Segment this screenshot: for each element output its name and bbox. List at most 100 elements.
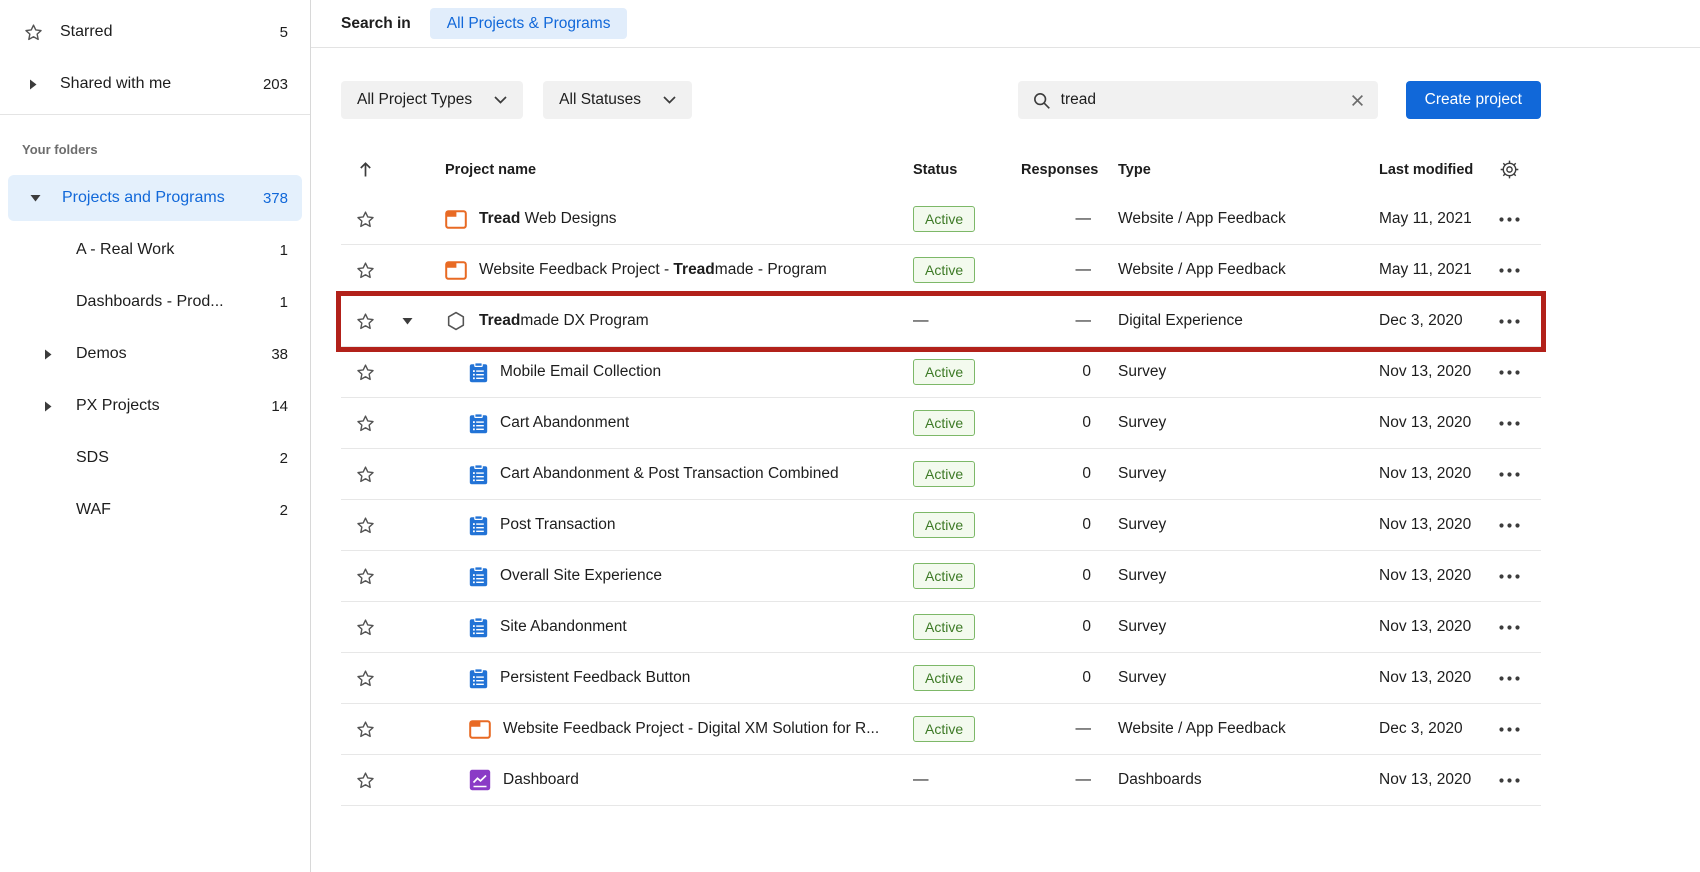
table-row[interactable]: Persistent Feedback ButtonActive0SurveyN… <box>341 653 1541 704</box>
star-icon[interactable] <box>355 464 376 485</box>
type-value: Survey <box>1091 567 1379 585</box>
ellipsis-icon[interactable] <box>1499 676 1520 681</box>
star-icon[interactable] <box>355 413 376 434</box>
star-icon[interactable] <box>355 617 376 638</box>
settings-column <box>1477 159 1541 180</box>
sidebar-item-shared-with-me[interactable]: Shared with me203 <box>0 58 310 110</box>
project-name-link[interactable]: Post Transaction <box>500 516 615 534</box>
close-icon <box>1351 94 1364 107</box>
star-icon[interactable] <box>355 362 376 383</box>
main-content: Search in All Projects & Programs All Pr… <box>311 0 1700 872</box>
caret-right-icon <box>44 349 52 360</box>
table-row[interactable]: Dashboard——DashboardsNov 13, 2020 <box>341 755 1541 806</box>
projects-screen: Starred5Shared with me203 Your folders P… <box>0 0 1700 872</box>
website-icon <box>469 720 491 739</box>
star-icon[interactable] <box>355 209 376 230</box>
project-name-link[interactable]: Overall Site Experience <box>500 567 662 585</box>
column-header-type[interactable]: Type <box>1091 162 1379 178</box>
project-name-link[interactable]: Treadmade DX Program <box>479 312 649 330</box>
toolbar: All Project Types All Statuses <box>341 81 1541 119</box>
column-header-status[interactable]: Status <box>913 162 1021 178</box>
star-icon[interactable] <box>355 311 376 332</box>
scope-pill-button[interactable]: All Projects & Programs <box>430 8 628 39</box>
star-icon[interactable] <box>355 566 376 587</box>
star-icon[interactable] <box>355 719 376 740</box>
statuses-dropdown[interactable]: All Statuses <box>543 81 692 119</box>
status-badge: Active <box>913 614 975 640</box>
ellipsis-icon[interactable] <box>1499 268 1520 273</box>
type-value: Website / App Feedback <box>1091 720 1379 738</box>
folder-count: 38 <box>271 346 288 363</box>
project-name-link[interactable]: Tread Web Designs <box>479 210 617 228</box>
star-icon[interactable] <box>355 515 376 536</box>
survey-icon <box>469 515 488 536</box>
folder-label: SDS <box>76 449 280 467</box>
table-row[interactable]: Post TransactionActive0SurveyNov 13, 202… <box>341 500 1541 551</box>
table-row[interactable]: Site AbandonmentActive0SurveyNov 13, 202… <box>341 602 1541 653</box>
clear-search-button[interactable] <box>1351 94 1364 107</box>
search-box[interactable] <box>1018 81 1378 119</box>
modified-value: Nov 13, 2020 <box>1379 465 1477 483</box>
star-icon[interactable] <box>355 770 376 791</box>
project-types-dropdown-label: All Project Types <box>357 91 472 109</box>
project-name-link[interactable]: Mobile Email Collection <box>500 363 661 381</box>
sidebar-folder-sds[interactable]: SDS2 <box>0 432 310 484</box>
table-row[interactable]: Website Feedback Project - Treadmade - P… <box>341 245 1541 296</box>
search-input[interactable] <box>1061 91 1341 109</box>
collapse-caret-icon[interactable] <box>402 317 413 325</box>
column-header-last-modified[interactable]: Last modified <box>1379 162 1477 178</box>
ellipsis-icon[interactable] <box>1499 370 1520 375</box>
ellipsis-icon[interactable] <box>1499 574 1520 579</box>
column-header-project-name[interactable]: Project name <box>425 162 913 178</box>
table-row[interactable]: Treadmade DX Program——Digital Experience… <box>341 296 1541 347</box>
project-name-link[interactable]: Persistent Feedback Button <box>500 669 690 687</box>
column-header-responses[interactable]: Responses <box>1021 162 1091 178</box>
responses-value: — <box>1021 720 1091 738</box>
table-row[interactable]: Tread Web DesignsActive—Website / App Fe… <box>341 194 1541 245</box>
project-name-link[interactable]: Dashboard <box>503 771 579 789</box>
sort-ascending-icon <box>358 161 373 178</box>
ellipsis-icon[interactable] <box>1499 319 1520 324</box>
star-icon[interactable] <box>355 260 376 281</box>
responses-value: 0 <box>1021 669 1091 687</box>
survey-icon <box>469 566 488 587</box>
table-settings-button[interactable] <box>1499 159 1520 180</box>
ellipsis-icon[interactable] <box>1499 778 1520 783</box>
table-row[interactable]: Website Feedback Project - Digital XM So… <box>341 704 1541 755</box>
sidebar-top-items: Starred5Shared with me203 <box>0 6 310 110</box>
ellipsis-icon[interactable] <box>1499 472 1520 477</box>
sort-order-button[interactable] <box>358 161 373 178</box>
table-row[interactable]: Overall Site ExperienceActive0SurveyNov … <box>341 551 1541 602</box>
project-types-dropdown[interactable]: All Project Types <box>341 81 523 119</box>
star-icon[interactable] <box>355 668 376 689</box>
sidebar-folder-px-projects[interactable]: PX Projects14 <box>0 380 310 432</box>
ellipsis-icon[interactable] <box>1499 217 1520 222</box>
project-name-link[interactable]: Cart Abandonment <box>500 414 629 432</box>
sidebar: Starred5Shared with me203 Your folders P… <box>0 0 311 872</box>
responses-value: 0 <box>1021 567 1091 585</box>
sidebar-item-starred[interactable]: Starred5 <box>0 6 310 58</box>
sidebar-folder-demos[interactable]: Demos38 <box>0 328 310 380</box>
sidebar-item-label: Shared with me <box>60 75 263 93</box>
create-project-button[interactable]: Create project <box>1406 81 1541 119</box>
table-row[interactable]: Cart AbandonmentActive0SurveyNov 13, 202… <box>341 398 1541 449</box>
table-row[interactable]: Cart Abandonment & Post Transaction Comb… <box>341 449 1541 500</box>
project-name-link[interactable]: Site Abandonment <box>500 618 627 636</box>
sidebar-folder-a-real-work[interactable]: A - Real Work1 <box>0 224 310 276</box>
ellipsis-icon[interactable] <box>1499 421 1520 426</box>
sort-column <box>341 161 389 178</box>
project-name-link[interactable]: Website Feedback Project - Digital XM So… <box>503 720 879 738</box>
ellipsis-icon[interactable] <box>1499 625 1520 630</box>
table-row[interactable]: Mobile Email CollectionActive0SurveyNov … <box>341 347 1541 398</box>
project-name-link[interactable]: Cart Abandonment & Post Transaction Comb… <box>500 465 839 483</box>
ellipsis-icon[interactable] <box>1499 727 1520 732</box>
sidebar-folder-projects-and-programs[interactable]: Projects and Programs378 <box>8 175 302 221</box>
modified-value: Nov 13, 2020 <box>1379 771 1477 789</box>
type-value: Survey <box>1091 414 1379 432</box>
project-name-link[interactable]: Website Feedback Project - Treadmade - P… <box>479 261 827 279</box>
type-value: Survey <box>1091 618 1379 636</box>
ellipsis-icon[interactable] <box>1499 523 1520 528</box>
responses-value: 0 <box>1021 414 1091 432</box>
sidebar-folder-dashboards-prod[interactable]: Dashboards - Prod...1 <box>0 276 310 328</box>
sidebar-folder-waf[interactable]: WAF2 <box>0 484 310 536</box>
